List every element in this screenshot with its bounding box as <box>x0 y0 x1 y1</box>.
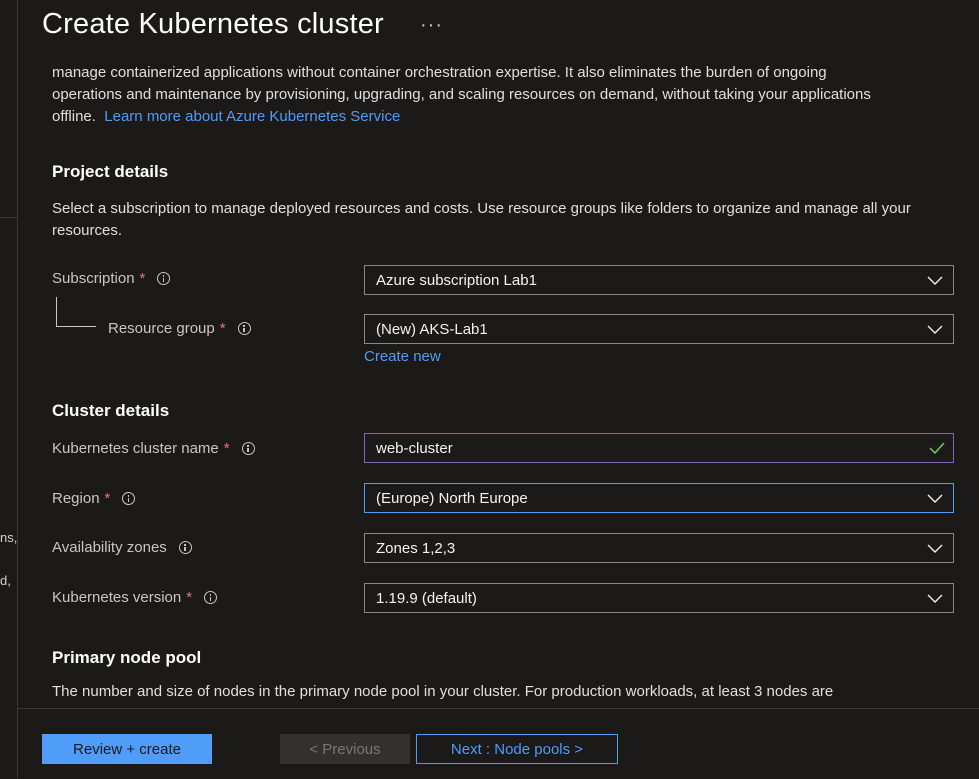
resource-group-value: (New) AKS-Lab1 <box>376 320 488 338</box>
intro-line: offline. <box>52 108 96 125</box>
required-marker: * <box>139 270 146 287</box>
required-marker: * <box>223 440 230 457</box>
kubernetes-version-value: 1.19.9 (default) <box>376 589 477 607</box>
info-icon[interactable] <box>204 591 218 604</box>
region-label-text: Region <box>52 490 100 507</box>
cluster-details-heading: Cluster details <box>52 401 170 420</box>
cluster-name-label: Kubernetes cluster name * <box>52 440 255 457</box>
region-value: (Europe) North Europe <box>376 489 528 507</box>
region-dropdown[interactable]: (Europe) North Europe <box>364 483 954 513</box>
chevron-down-icon <box>927 494 943 503</box>
cluster-name-value: web-cluster <box>376 439 453 457</box>
kubernetes-version-dropdown[interactable]: 1.19.9 (default) <box>364 583 954 613</box>
create-new-resource-group-link[interactable]: Create new <box>364 348 441 365</box>
project-details-description: Select a subscription to manage deployed… <box>52 200 911 239</box>
project-details-heading: Project details <box>52 162 169 181</box>
intro-line: manage containerized applications withou… <box>52 64 827 81</box>
required-marker: * <box>219 320 226 337</box>
availability-zones-value: Zones 1,2,3 <box>376 539 456 557</box>
cluster-name-label-text: Kubernetes cluster name <box>52 440 219 457</box>
subscription-label: Subscription * <box>52 270 171 287</box>
left-blade-edge: ns, d, <box>0 0 18 778</box>
kubernetes-version-label-text: Kubernetes version <box>52 589 182 606</box>
resource-group-label-text: Resource group <box>108 320 215 337</box>
info-icon[interactable] <box>122 492 136 505</box>
page-title: Create Kubernetes cluster <box>42 8 384 40</box>
footer-action-bar: Review + create < Previous Next : Node p… <box>18 708 979 779</box>
required-marker: * <box>186 589 193 606</box>
left-pane-text-fragment: ns, <box>0 530 18 545</box>
cluster-name-input[interactable]: web-cluster <box>364 433 954 463</box>
left-pane-divider <box>0 217 17 218</box>
intro-line: operations and maintenance by provisioni… <box>52 86 871 103</box>
subscription-dropdown[interactable]: Azure subscription Lab1 <box>364 265 954 295</box>
info-icon[interactable] <box>241 442 255 455</box>
primary-node-pool-description: The number and size of nodes in the prim… <box>52 683 834 700</box>
info-icon[interactable] <box>157 272 171 285</box>
subscription-value: Azure subscription Lab1 <box>376 271 537 289</box>
tree-connector <box>56 297 57 327</box>
info-icon[interactable] <box>178 541 192 554</box>
resource-group-label: Resource group * <box>108 320 251 337</box>
availability-zones-label-text: Availability zones <box>52 539 167 556</box>
availability-zones-dropdown[interactable]: Zones 1,2,3 <box>364 533 954 563</box>
intro-text: manage containerized applications withou… <box>52 64 962 128</box>
primary-node-pool-heading: Primary node pool <box>52 648 202 667</box>
previous-button[interactable]: < Previous <box>280 734 410 764</box>
learn-more-link[interactable]: Learn more about Azure Kubernetes Servic… <box>104 108 400 125</box>
required-marker: * <box>104 490 111 507</box>
availability-zones-label: Availability zones <box>52 539 192 556</box>
tree-connector <box>56 326 96 327</box>
chevron-down-icon <box>927 594 943 603</box>
region-label: Region * <box>52 490 136 507</box>
subscription-label-text: Subscription <box>52 270 135 287</box>
chevron-down-icon <box>927 325 943 334</box>
checkmark-icon <box>929 442 945 455</box>
next-node-pools-button[interactable]: Next : Node pools > <box>416 734 618 764</box>
chevron-down-icon <box>927 276 943 285</box>
form-scroll-area[interactable]: manage containerized applications withou… <box>18 60 979 708</box>
chevron-down-icon <box>927 544 943 553</box>
resource-group-dropdown[interactable]: (New) AKS-Lab1 <box>364 314 954 344</box>
create-cluster-blade: Create Kubernetes cluster ··· manage con… <box>18 0 979 779</box>
info-icon[interactable] <box>237 322 251 335</box>
review-create-button[interactable]: Review + create <box>42 734 212 764</box>
kubernetes-version-label: Kubernetes version * <box>52 589 218 606</box>
more-actions-icon[interactable]: ··· <box>420 14 443 37</box>
left-pane-text-fragment: d, <box>0 573 11 588</box>
